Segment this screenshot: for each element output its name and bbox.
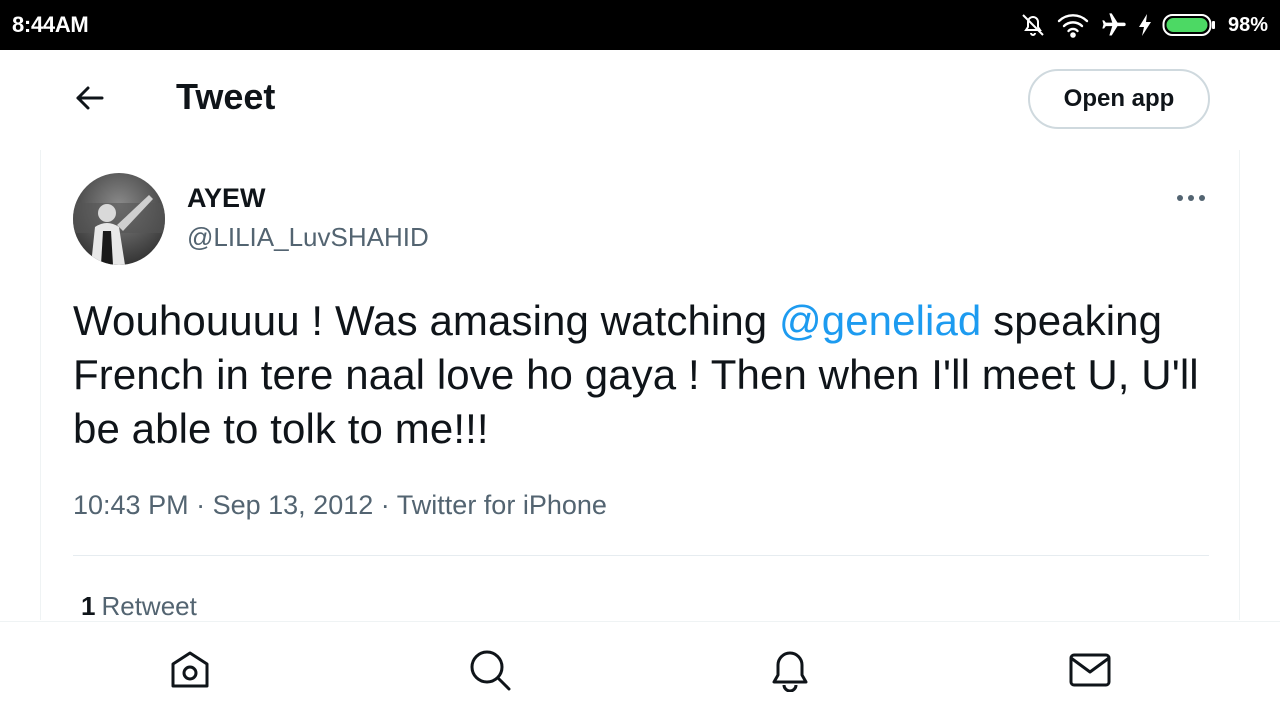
status-time: 8:44AM: [12, 12, 89, 37]
author-name[interactable]: AYEW: [187, 183, 266, 214]
divider: [73, 555, 1209, 556]
meta-separator: ·: [196, 490, 206, 520]
bottom-nav: [0, 621, 1280, 720]
nav-notifications[interactable]: [766, 648, 814, 696]
messages-icon: [1068, 648, 1112, 697]
nav-search[interactable]: [466, 648, 514, 696]
tweet-card: AYEW @LILIA_LuvSHAHID Wouhouuuu ! Was am…: [40, 150, 1240, 622]
status-icons: 98%: [1020, 11, 1268, 39]
meta-separator: ·: [380, 490, 390, 520]
mention-link[interactable]: @geneliad: [779, 297, 981, 344]
airplane-mode-icon: [1100, 11, 1128, 39]
tweet-text: Wouhouuuu ! Was amasing watching @geneli…: [73, 294, 1213, 456]
wifi-icon: [1056, 12, 1090, 38]
back-arrow-icon: [74, 84, 106, 117]
open-app-button[interactable]: Open app: [1028, 69, 1210, 129]
top-header: Tweet Open app: [0, 50, 1280, 150]
notifications-off-icon: [1020, 12, 1046, 38]
tweet-time[interactable]: 10:43 PM: [73, 490, 189, 520]
battery-percent: 98%: [1227, 13, 1268, 36]
tweet-meta: 10:43 PM · Sep 13, 2012 · Twitter for iP…: [73, 490, 607, 521]
retweet-count: 1: [81, 591, 96, 621]
retweet-label: Retweet: [101, 591, 197, 621]
tweet-text-before-mention: Wouhouuuu ! Was amasing watching: [73, 297, 780, 344]
home-icon: [168, 648, 212, 697]
tweet-source[interactable]: Twitter for iPhone: [397, 490, 607, 520]
battery-icon: [1162, 12, 1216, 38]
author-handle[interactable]: @LILIA_LuvSHAHID: [187, 222, 429, 253]
avatar[interactable]: [73, 173, 165, 265]
tweet-date[interactable]: Sep 13, 2012: [213, 490, 374, 520]
nav-messages[interactable]: [1066, 648, 1114, 696]
status-bar: 8:44AM 98%: [0, 0, 1280, 50]
more-options-icon: [1176, 189, 1206, 207]
nav-home[interactable]: [166, 648, 214, 696]
charging-icon: [1138, 13, 1152, 37]
more-options-button[interactable]: [1171, 184, 1211, 212]
back-button[interactable]: [66, 78, 114, 122]
page-title: Tweet: [176, 76, 276, 117]
notifications-icon: [768, 648, 812, 697]
retweet-stat[interactable]: 1 Retweet: [81, 591, 197, 622]
search-icon: [468, 648, 512, 697]
